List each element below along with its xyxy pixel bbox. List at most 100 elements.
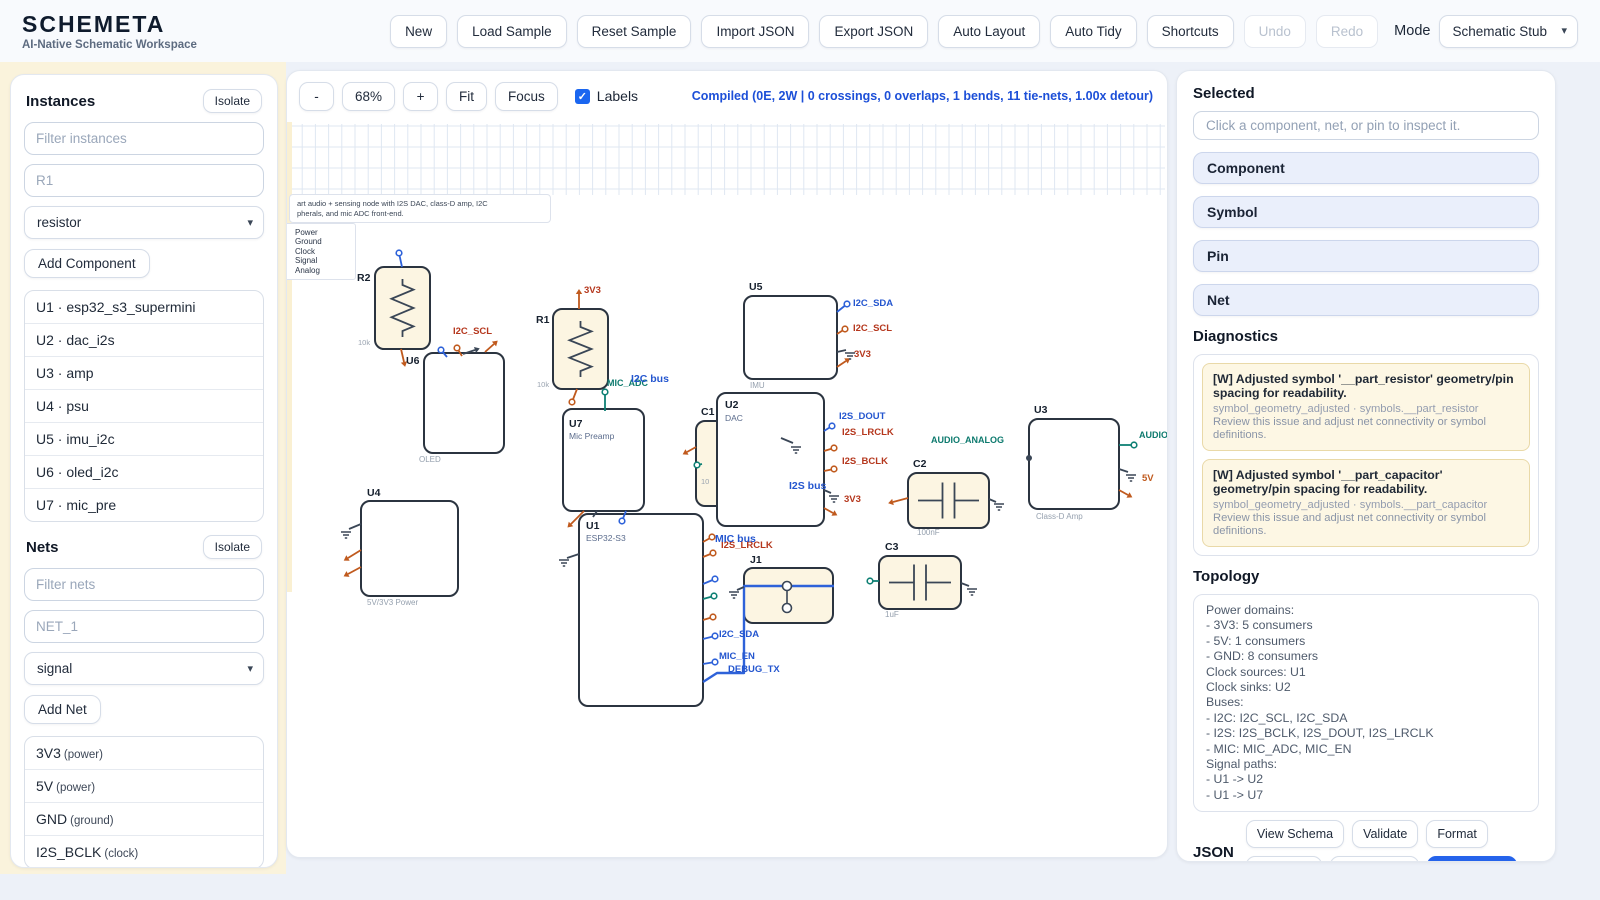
component-J1[interactable] — [744, 568, 833, 623]
instances-isolate-button[interactable]: Isolate — [203, 89, 262, 113]
pin-stub[interactable] — [989, 499, 996, 502]
import-json-button[interactable]: Import JSON — [701, 15, 809, 48]
net-label[interactable]: 5V — [1142, 473, 1154, 484]
section-pin[interactable]: Pin — [1193, 240, 1539, 272]
pin[interactable] — [842, 326, 848, 332]
pin-stub[interactable] — [893, 498, 908, 502]
pin[interactable] — [1131, 442, 1137, 448]
net-label[interactable]: MIC_EN — [719, 651, 755, 662]
diagnostic-card-resistor[interactable]: [W] Adjusted symbol '__part_resistor' ge… — [1202, 363, 1530, 451]
nets-isolate-button[interactable]: Isolate — [203, 535, 262, 559]
zoom-level-button[interactable]: 68% — [342, 82, 395, 111]
auto-tidy-button[interactable]: Auto Tidy — [1050, 15, 1136, 48]
undo-button[interactable]: Undo — [1244, 15, 1306, 48]
pin[interactable] — [831, 466, 837, 472]
net-label[interactable]: I2C_SDA — [719, 629, 759, 640]
component-ref-input[interactable] — [24, 164, 264, 197]
focus-button[interactable]: Focus — [495, 82, 558, 111]
add-net-button[interactable]: Add Net — [24, 695, 101, 724]
net-label[interactable]: AUDIO_ANAL — [1139, 430, 1168, 440]
net-label[interactable]: I2S_BCLK — [842, 456, 888, 467]
add-component-button[interactable]: Add Component — [24, 249, 150, 278]
bus-label[interactable]: MIC bus — [715, 533, 756, 545]
instance-item-u1[interactable]: U1 · esp32_s3_supermini — [25, 291, 263, 323]
schematic-canvas[interactable]: R210kU6OLEDI2C_SCLR110k3V3U7Mic PreampMI… — [287, 121, 1168, 858]
net-type-select[interactable]: signal ▾ — [24, 652, 264, 685]
pin[interactable] — [867, 578, 873, 584]
component-U3[interactable] — [1029, 419, 1119, 509]
pin[interactable] — [438, 347, 444, 353]
net-label[interactable]: DEBUG_TX — [728, 664, 780, 675]
instance-item-u7[interactable]: U7 · mic_pre — [25, 488, 263, 521]
net-label[interactable]: AUDIO_ANALOG — [931, 435, 1004, 445]
section-component[interactable]: Component — [1193, 152, 1539, 184]
reset-sample-button[interactable]: Reset Sample — [577, 15, 692, 48]
net-item-gnd[interactable]: GND(ground) — [25, 802, 263, 835]
instance-item-u3[interactable]: U3 · amp — [25, 356, 263, 389]
component-U6[interactable] — [424, 353, 504, 453]
labels-checkbox[interactable]: ✓ — [575, 89, 590, 104]
bus-label[interactable]: I2S bus — [789, 480, 827, 492]
pin[interactable] — [710, 550, 716, 556]
component-U4[interactable] — [361, 501, 458, 596]
zoom-out-button[interactable]: - — [299, 82, 334, 111]
net-label[interactable]: I2C_SDA — [853, 298, 893, 309]
instance-item-u6[interactable]: U6 · oled_i2c — [25, 455, 263, 488]
load-sample-button[interactable]: Load Sample — [457, 15, 567, 48]
view-schema-button[interactable]: View Schema — [1246, 820, 1344, 848]
mode-select[interactable]: Schematic Stub ▾ — [1439, 15, 1578, 48]
pin-stub[interactable] — [1119, 469, 1128, 472]
bus-label[interactable]: I2C bus — [631, 373, 669, 385]
net-label[interactable]: I2S_LRCLK — [842, 427, 894, 438]
pin[interactable] — [712, 633, 718, 639]
diagnostic-card-capacitor[interactable]: [W] Adjusted symbol '__part_capacitor' g… — [1202, 459, 1530, 547]
pin[interactable] — [844, 301, 850, 307]
labels-toggle[interactable]: ✓ Labels — [575, 88, 638, 104]
net-item-3v3[interactable]: 3V3(power) — [25, 737, 263, 769]
net-item-i2s-bclk[interactable]: I2S_BCLK(clock) — [25, 835, 263, 868]
pin[interactable] — [569, 399, 575, 405]
pin[interactable] — [712, 659, 718, 665]
pin-stub[interactable] — [961, 583, 969, 586]
apply-json-button[interactable]: Apply JSON — [1427, 856, 1517, 862]
pin[interactable] — [454, 345, 460, 351]
pin-stub[interactable] — [824, 508, 833, 513]
net-label[interactable]: I2S_DOUT — [839, 411, 886, 422]
section-net[interactable]: Net — [1193, 284, 1539, 316]
pin-stub[interactable] — [348, 567, 361, 574]
instance-item-u4[interactable]: U4 · psu — [25, 389, 263, 422]
pin[interactable] — [602, 389, 608, 395]
pin-stub[interactable] — [349, 524, 361, 529]
pin-stub[interactable] — [485, 344, 494, 352]
shortcuts-button[interactable]: Shortcuts — [1147, 15, 1234, 48]
new-button[interactable]: New — [390, 15, 447, 48]
pin[interactable] — [710, 614, 716, 620]
auto-layout-button[interactable]: Auto Layout — [938, 15, 1040, 48]
section-symbol[interactable]: Symbol — [1193, 196, 1539, 228]
instance-item-u5[interactable]: U5 · imu_i2c — [25, 422, 263, 455]
pin-stub[interactable] — [837, 350, 846, 352]
pin[interactable] — [709, 534, 715, 540]
pin-stub[interactable] — [837, 361, 846, 367]
net-label[interactable]: 3V3 — [844, 494, 861, 505]
net-label[interactable]: 3V3 — [854, 349, 871, 360]
redo-button[interactable]: Redo — [1316, 15, 1378, 48]
pin-stub[interactable] — [348, 550, 361, 558]
export-json-button[interactable]: Export JSON — [819, 15, 928, 48]
net-label[interactable]: 3V3 — [584, 285, 601, 296]
validate-button[interactable]: Validate — [1352, 820, 1418, 848]
pin[interactable] — [831, 445, 837, 451]
pin-stub[interactable] — [1119, 490, 1128, 495]
pin-stub[interactable] — [567, 554, 579, 558]
pin[interactable] — [694, 462, 700, 468]
pin-stub[interactable] — [687, 447, 696, 452]
net-label[interactable]: I2C_SCL — [853, 323, 892, 334]
sort-keys-button[interactable]: Sort Keys — [1246, 856, 1322, 862]
pin[interactable] — [711, 593, 717, 599]
instances-filter-input[interactable] — [24, 122, 264, 155]
nets-filter-input[interactable] — [24, 568, 264, 601]
instance-item-u2[interactable]: U2 · dac_i2s — [25, 323, 263, 356]
component-type-select[interactable]: resistor ▾ — [24, 206, 264, 239]
pin[interactable] — [712, 576, 718, 582]
net-item-5v[interactable]: 5V(power) — [25, 769, 263, 802]
